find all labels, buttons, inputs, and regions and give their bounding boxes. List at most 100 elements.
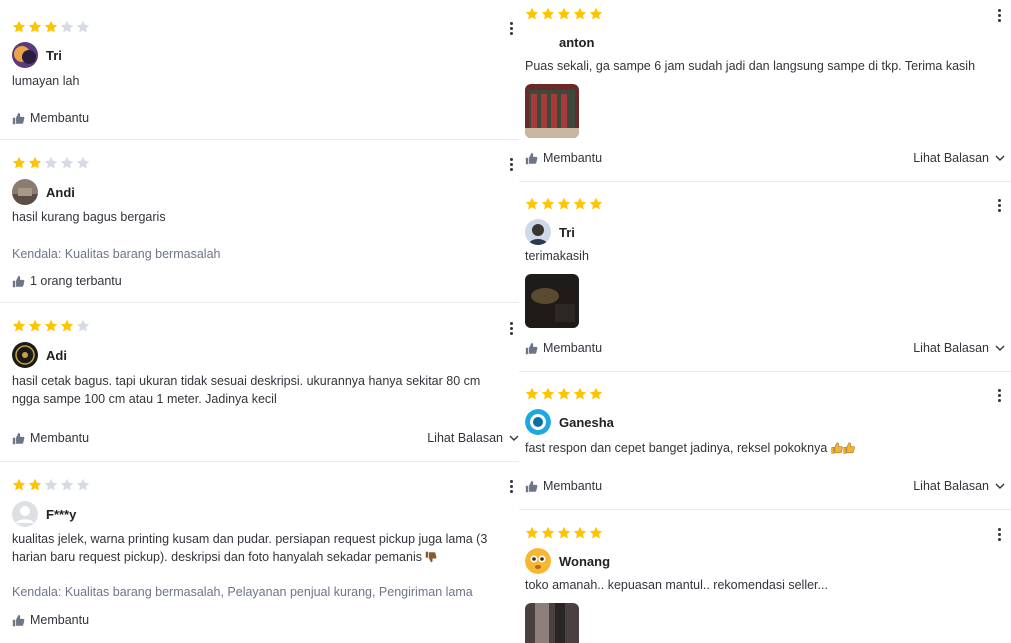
star-filled-icon: [541, 7, 555, 20]
rating-stars: [12, 478, 90, 494]
star-filled-icon: [28, 156, 42, 169]
reviewer: Andi: [12, 179, 75, 205]
kebab-icon[interactable]: [505, 18, 517, 38]
reviewer: Wonang: [525, 548, 610, 574]
helpful-label: Membantu: [30, 111, 90, 125]
view-reply-label: Lihat Balasan: [913, 479, 989, 493]
view-reply-label: Lihat Balasan: [913, 341, 989, 355]
view-reply-label: Lihat Balasan: [427, 431, 503, 445]
review-card: Ganesha fast respon dan cepet banget jad…: [519, 371, 1011, 510]
kebab-icon[interactable]: [505, 154, 517, 174]
thumbs-up-icon: [525, 152, 538, 164]
star-filled-icon: [44, 319, 58, 332]
avatar: [525, 29, 551, 55]
rating-stars: [12, 20, 90, 36]
star-empty-icon: [76, 319, 90, 332]
review-text: terimakasih: [525, 249, 589, 263]
star-filled-icon: [28, 20, 42, 33]
star-filled-icon: [589, 197, 603, 210]
thumbs-up-icon: [525, 480, 538, 492]
issue-label: Kendala: Kualitas barang bermasalah: [12, 247, 221, 261]
avatar: [12, 179, 38, 205]
review-card: Tri lumayan lah Membantu: [0, 0, 519, 140]
reviewer: Ganesha: [525, 409, 614, 435]
thumbs-up-icon: [525, 342, 538, 354]
rating-stars: [525, 387, 603, 403]
avatar: [525, 219, 551, 245]
kebab-icon[interactable]: [993, 524, 1005, 544]
helpful-button[interactable]: Membantu: [525, 151, 602, 165]
review-card: Andi hasil kurang bagus bergaris Kendala…: [0, 139, 519, 303]
rating-stars: [12, 156, 90, 172]
helpful-button[interactable]: Membantu: [12, 431, 89, 445]
kebab-icon[interactable]: [505, 476, 517, 496]
star-filled-icon: [541, 526, 555, 539]
thumbs-up-emoji-icon: [843, 442, 855, 454]
chevron-down-icon: [995, 345, 1005, 351]
avatar: [525, 409, 551, 435]
reviewer: Tri: [525, 219, 575, 245]
kebab-icon[interactable]: [993, 385, 1005, 405]
thumbs-up-icon: [12, 614, 25, 626]
star-empty-icon: [60, 478, 74, 491]
review-text: Puas sekali, ga sampe 6 jam sudah jadi d…: [525, 59, 976, 73]
star-filled-icon: [573, 197, 587, 210]
reviewer-name: Wonang: [559, 553, 611, 569]
rating-stars: [525, 7, 603, 23]
helpful-label: Membantu: [543, 341, 603, 355]
review-photo[interactable]: [525, 603, 579, 643]
reviewer-name: Adi: [46, 347, 67, 363]
reviewer-name: Andi: [46, 184, 75, 200]
star-filled-icon: [12, 156, 26, 169]
helpful-button[interactable]: Membantu: [525, 479, 602, 493]
kebab-icon[interactable]: [505, 318, 517, 338]
reviewer: F***y: [12, 501, 76, 527]
view-reply-button[interactable]: Lihat Balasan: [913, 151, 1005, 165]
reviewer-name: F***y: [46, 506, 77, 522]
star-filled-icon: [525, 526, 539, 539]
star-empty-icon: [44, 478, 58, 491]
helpful-button[interactable]: Membantu: [12, 613, 89, 627]
star-filled-icon: [60, 319, 74, 332]
view-reply-label: Lihat Balasan: [913, 151, 989, 165]
review-text: hasil cetak bagus. tapi ukuran tidak ses…: [12, 374, 481, 406]
star-empty-icon: [44, 156, 58, 169]
review-text: kualitas jelek, warna printing kusam dan…: [12, 530, 511, 566]
view-reply-button[interactable]: Lihat Balasan: [913, 341, 1005, 355]
helpful-button[interactable]: 1 orang terbantu: [12, 274, 122, 288]
kebab-icon[interactable]: [993, 195, 1005, 215]
view-reply-button[interactable]: Lihat Balasan: [913, 479, 1005, 493]
star-filled-icon: [573, 7, 587, 20]
reviewer-name: Tri: [559, 224, 575, 240]
star-filled-icon: [573, 387, 587, 400]
helpful-button[interactable]: Membantu: [525, 341, 602, 355]
helpful-label: Membantu: [543, 151, 603, 165]
reviewer: anton: [525, 29, 594, 55]
helpful-button[interactable]: Membantu: [12, 111, 89, 125]
star-filled-icon: [12, 478, 26, 491]
helpful-label: Membantu: [543, 479, 603, 493]
review-card: anton Puas sekali, ga sampe 6 jam sudah …: [519, 0, 1011, 182]
helpful-label: Membantu: [30, 613, 90, 627]
avatar: [12, 501, 38, 527]
rating-stars: [525, 526, 603, 542]
review-photo[interactable]: [525, 274, 579, 328]
star-filled-icon: [541, 197, 555, 210]
kebab-icon[interactable]: [993, 5, 1005, 25]
review-photo[interactable]: [525, 84, 579, 138]
chevron-down-icon: [995, 155, 1005, 161]
star-empty-icon: [76, 156, 90, 169]
star-filled-icon: [541, 387, 555, 400]
review-card: F***y kualitas jelek, warna printing kus…: [0, 461, 519, 643]
star-filled-icon: [589, 7, 603, 20]
star-filled-icon: [28, 478, 42, 491]
star-filled-icon: [525, 7, 539, 20]
star-empty-icon: [60, 156, 74, 169]
helpful-label: 1 orang terbantu: [30, 274, 122, 288]
view-reply-button[interactable]: Lihat Balasan: [427, 431, 519, 445]
reviewer: Tri: [12, 42, 62, 68]
review-text-content: kualitas jelek, warna printing kusam dan…: [12, 532, 488, 564]
issue-label: Kendala: Kualitas barang bermasalah, Pel…: [12, 585, 473, 599]
thumbs-down-icon: [426, 551, 437, 563]
star-filled-icon: [557, 526, 571, 539]
